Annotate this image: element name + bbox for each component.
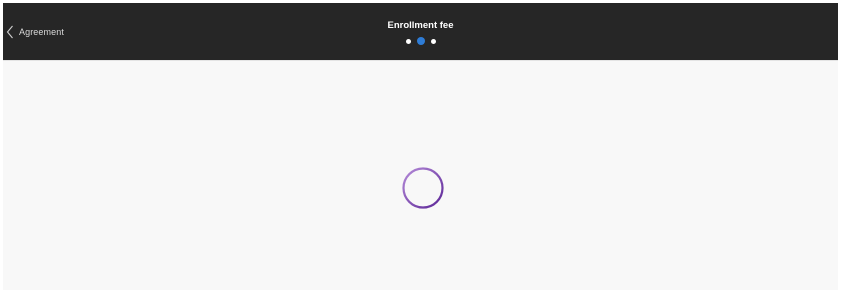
- header-divider: [3, 60, 838, 61]
- step-dot-1: [405, 38, 411, 44]
- loading-spinner-icon: [402, 167, 444, 209]
- step-indicator: [3, 36, 838, 46]
- app-frame: Agreement Enrollment fee: [3, 3, 838, 290]
- page-title: Enrollment fee: [387, 20, 454, 31]
- step-dot-2-active: [416, 37, 425, 45]
- header-bar: Agreement Enrollment fee: [3, 3, 838, 60]
- step-dot-3: [430, 38, 436, 44]
